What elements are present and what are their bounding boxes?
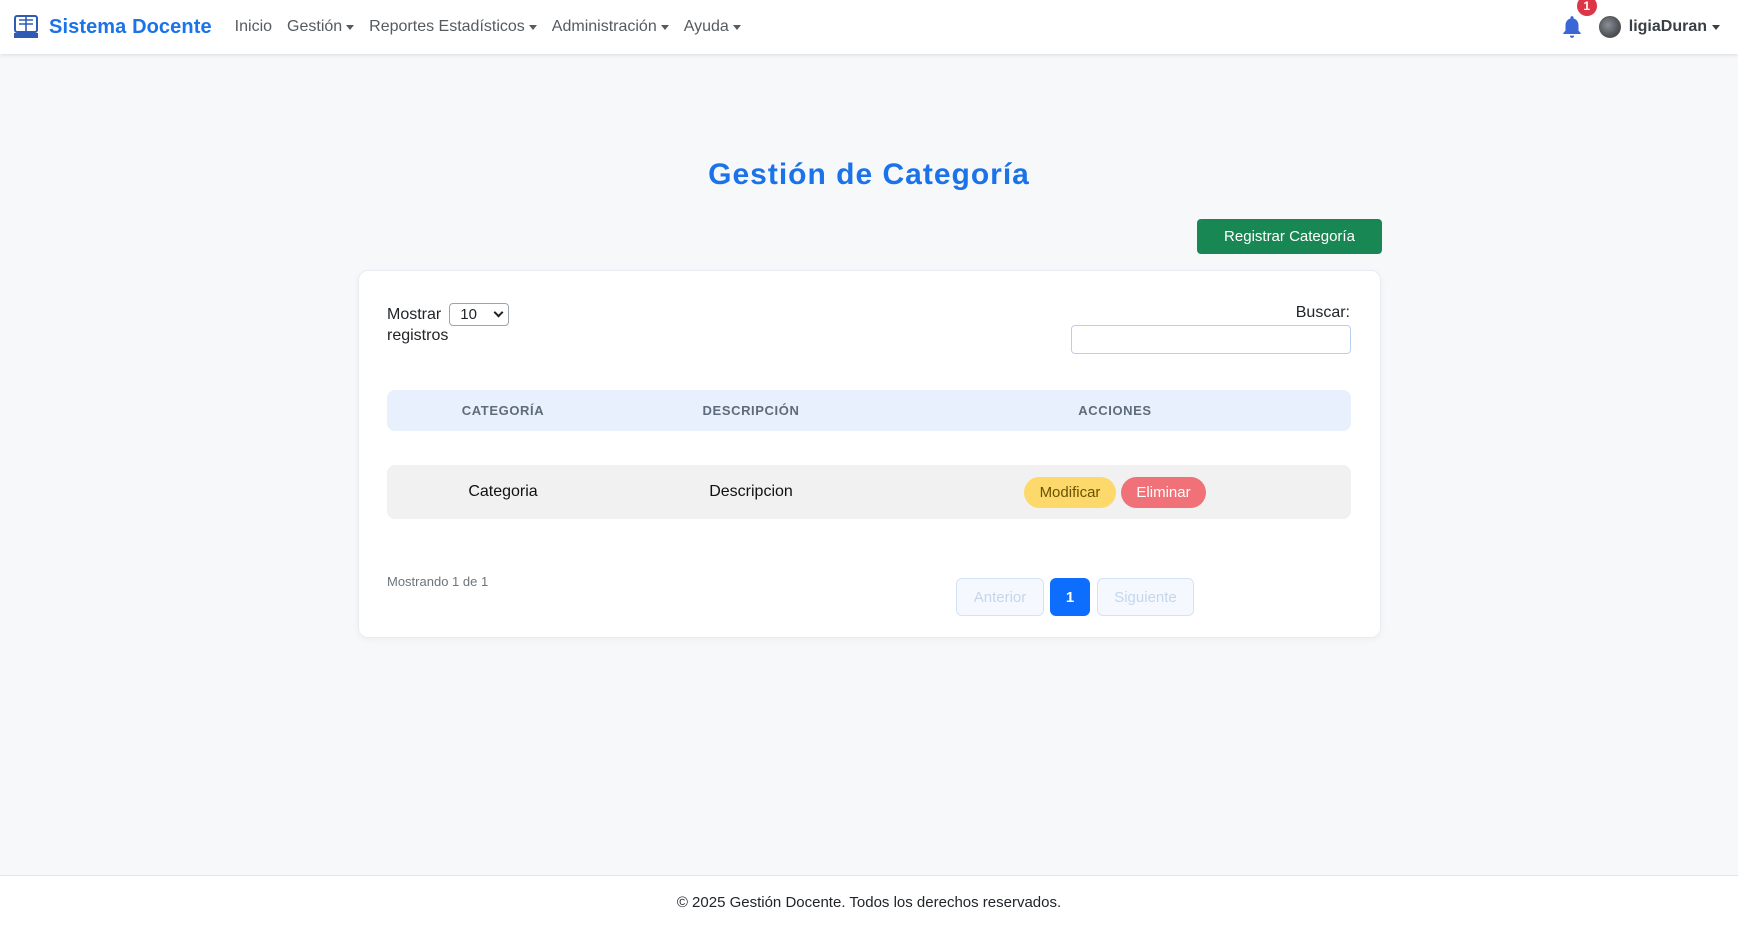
table-info: Mostrando 1 de 1 <box>387 574 489 589</box>
nav-item-label: Reportes Estadísticos <box>369 18 525 35</box>
footer-copyright: © 2025 Gestión Docente. Todos los derech… <box>676 894 1062 911</box>
nav-item-label: Administración <box>551 18 657 35</box>
cell-descripcion: Descripcion <box>709 483 793 500</box>
page-length-select[interactable]: 10 <box>449 303 510 326</box>
bell-icon <box>1563 16 1581 38</box>
column-header-descripcion[interactable]: DESCRIPCIÓN <box>703 390 800 431</box>
caret-down-icon <box>732 24 741 30</box>
search-input[interactable] <box>1071 325 1351 354</box>
register-category-button[interactable]: Registrar Categoría <box>1197 219 1382 254</box>
column-header-acciones: ACCIONES <box>1078 403 1152 418</box>
modify-button[interactable]: Modificar <box>1024 477 1116 508</box>
caret-down-icon <box>528 24 537 30</box>
nav-item-label: Ayuda <box>683 18 729 35</box>
pagination-next[interactable]: Siguiente <box>1097 578 1194 616</box>
footer: © 2025 Gestión Docente. Todos los derech… <box>0 875 1738 928</box>
top-navbar: Sistema Docente Inicio Gestión Reportes … <box>0 0 1738 54</box>
page-length-control: Mostrar 10 registros <box>387 303 510 345</box>
nav-item-label: Inicio <box>234 18 273 35</box>
pagination-page-1[interactable]: 1 <box>1050 578 1090 616</box>
table-row: Categoria Descripcion Modificar Eliminar <box>387 465 1351 519</box>
records-label: registros <box>387 327 449 344</box>
caret-down-icon <box>1712 24 1720 30</box>
cell-categoria: Categoria <box>468 483 538 500</box>
notification-count-badge: 1 <box>1576 0 1597 16</box>
nav-item-inicio[interactable]: Inicio <box>235 18 272 36</box>
caret-down-icon <box>346 24 355 30</box>
show-label: Mostrar <box>387 305 442 323</box>
nav-item-ayuda[interactable]: Ayuda <box>684 18 741 36</box>
nav-item-label: Gestión <box>287 18 343 35</box>
page-title: Gestión de Categoría <box>708 158 1030 191</box>
page-length-value: 10 <box>460 306 477 323</box>
uptaeb-logo-icon <box>14 15 38 38</box>
column-header-categoria[interactable]: CATEGORÍA <box>462 390 544 431</box>
brand-name: Sistema Docente <box>49 15 212 38</box>
chevron-down-icon <box>493 307 504 318</box>
avatar <box>1598 16 1621 38</box>
nav-item-gestion[interactable]: Gestión <box>287 18 355 36</box>
delete-button[interactable]: Eliminar <box>1121 477 1206 508</box>
pagination-previous[interactable]: Anterior <box>956 578 1044 616</box>
table-header: CATEGORÍA DESCRIPCIÓN ACCIONES <box>387 390 1351 431</box>
user-name: ligiaDuran <box>1628 18 1707 35</box>
nav-right: 1 ligiaDuran <box>1559 0 1720 54</box>
nav-item-administracion[interactable]: Administración <box>552 18 669 36</box>
main-nav: Inicio Gestión Reportes Estadísticos Adm… <box>235 18 756 36</box>
nav-item-reportes[interactable]: Reportes Estadísticos <box>369 18 537 36</box>
search-label: Buscar: <box>1295 304 1350 321</box>
user-menu[interactable]: ligiaDuran <box>1598 16 1720 38</box>
category-table-card: Mostrar 10 registros Buscar: CATEGORÍA D… <box>358 270 1381 638</box>
brand[interactable]: Sistema Docente <box>12 13 212 41</box>
notifications-button[interactable]: 1 <box>1559 0 1597 40</box>
caret-down-icon <box>660 24 669 30</box>
